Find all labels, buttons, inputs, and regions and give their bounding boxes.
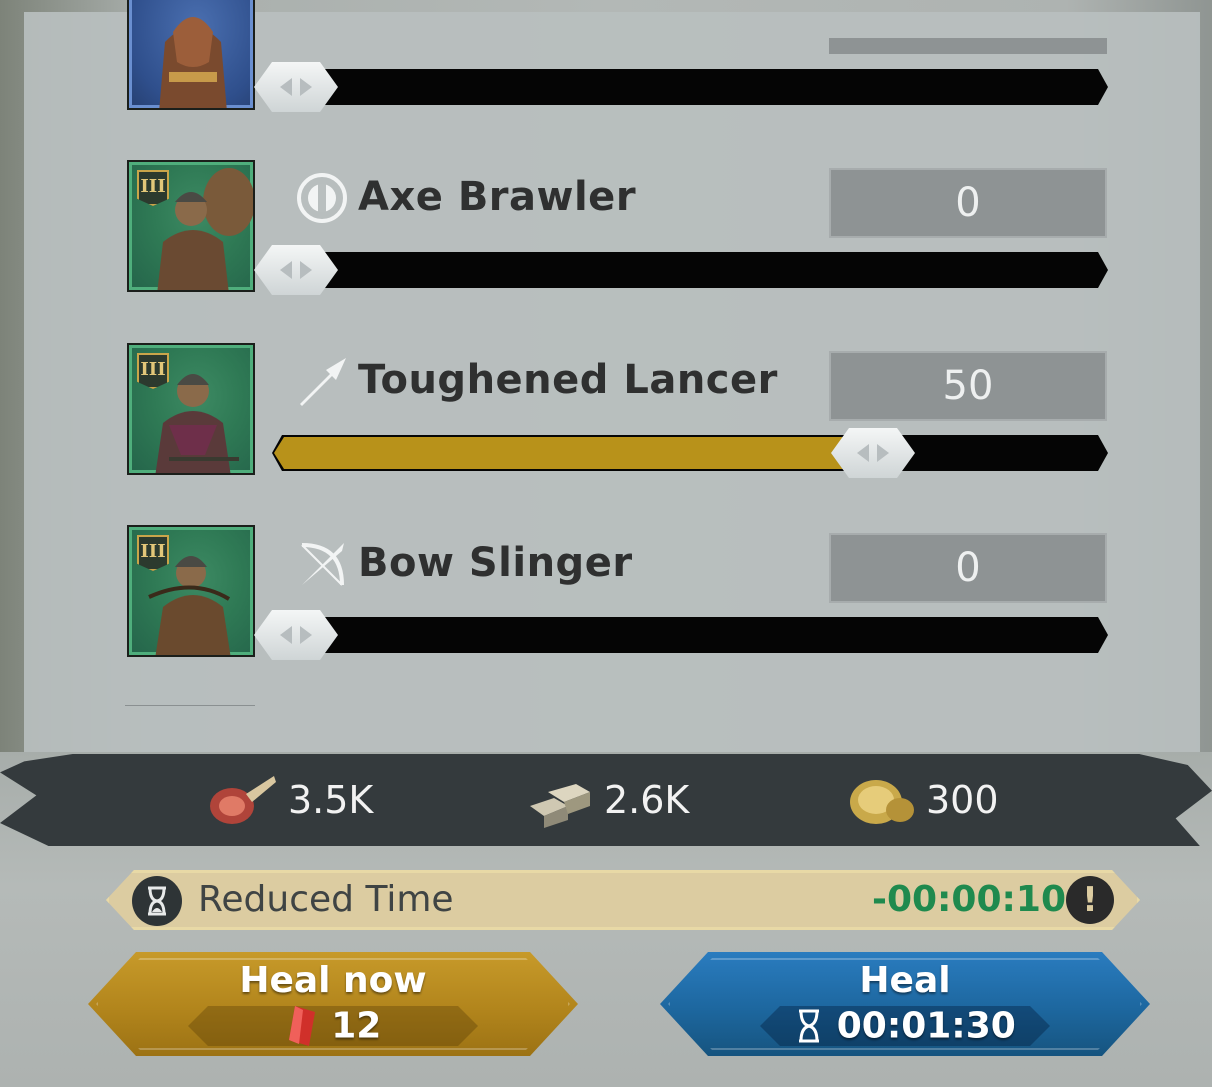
hourglass-icon xyxy=(794,1008,824,1044)
chevron-left-icon xyxy=(280,261,292,279)
troop-portrait: III xyxy=(127,525,255,657)
heal-button[interactable]: Heal 00:01:30 xyxy=(660,952,1150,1056)
quantity-slider-track[interactable] xyxy=(272,617,1108,653)
chevron-left-icon xyxy=(857,444,869,462)
tier-badge: III xyxy=(137,535,169,571)
resource-value: 300 xyxy=(926,778,999,822)
hourglass-icon xyxy=(132,876,182,926)
troop-portrait xyxy=(127,0,255,110)
resource-value: 3.5K xyxy=(288,778,374,822)
reduced-time-label: Reduced Time xyxy=(198,879,454,920)
chevron-right-icon xyxy=(300,261,312,279)
tier-badge: III xyxy=(137,353,169,389)
chevron-right-icon xyxy=(300,626,312,644)
quantity-slider-track[interactable] xyxy=(272,69,1108,105)
time-value: 00:01:30 xyxy=(836,1005,1016,1047)
quantity-slider-track[interactable] xyxy=(272,252,1108,288)
chevron-left-icon xyxy=(280,626,292,644)
chevron-left-icon xyxy=(280,78,292,96)
troop-quantity-field[interactable]: 0 xyxy=(829,168,1107,238)
warning-icon[interactable]: ! xyxy=(1066,876,1114,924)
tier-badge: III xyxy=(137,170,169,206)
troop-name: Toughened Lancer xyxy=(358,357,778,403)
cost-value: 12 xyxy=(331,1005,382,1047)
quantity-slider-handle[interactable] xyxy=(254,62,338,112)
gold-icon xyxy=(850,780,914,824)
shield-icon xyxy=(297,173,347,223)
meat-icon xyxy=(210,776,276,824)
gem-icon xyxy=(285,1004,319,1048)
troop-name: Bow Slinger xyxy=(358,540,633,586)
quantity-slider-handle[interactable] xyxy=(254,610,338,660)
troop-quantity-field[interactable]: 0 xyxy=(829,533,1107,603)
heal-now-cost: 12 xyxy=(88,1004,578,1048)
troop-portrait: III xyxy=(127,160,255,292)
quantity-slider-fill xyxy=(274,437,873,469)
heal-time: 00:01:30 xyxy=(660,1004,1150,1047)
chevron-right-icon xyxy=(300,78,312,96)
resource-value: 2.6K xyxy=(604,778,690,822)
troop-quantity-field[interactable]: 50 xyxy=(829,351,1107,421)
stone-icon xyxy=(530,784,590,828)
bow-icon xyxy=(301,543,344,586)
heal-now-label: Heal now xyxy=(239,960,427,1001)
chevron-right-icon xyxy=(877,444,889,462)
reduced-time-value: -00:00:10 xyxy=(872,879,1067,920)
divider xyxy=(125,705,255,706)
troop-quantity-field[interactable] xyxy=(829,38,1107,54)
troop-portrait: III xyxy=(127,343,255,475)
troop-name: Axe Brawler xyxy=(358,174,637,220)
quantity-slider-handle[interactable] xyxy=(254,245,338,295)
heal-label: Heal xyxy=(859,960,951,1001)
heal-now-button[interactable]: Heal now 12 xyxy=(88,952,578,1056)
spear-icon xyxy=(300,358,346,406)
